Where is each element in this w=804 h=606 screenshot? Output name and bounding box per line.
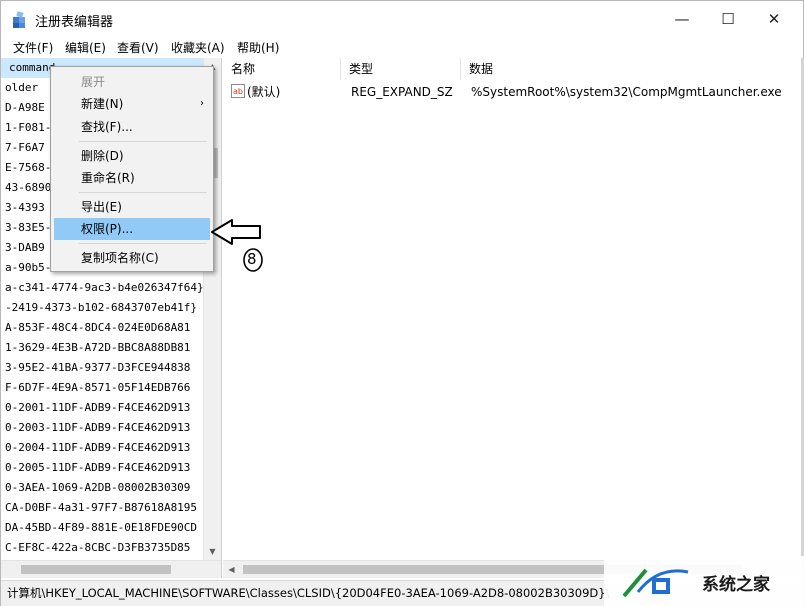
submenu-arrow-icon: › bbox=[200, 98, 204, 109]
column-header-type[interactable]: 类型 bbox=[341, 58, 461, 80]
tree-horizontal-scrollbar[interactable] bbox=[1, 560, 221, 578]
maximize-button[interactable]: ☐ bbox=[705, 1, 751, 37]
tree-item[interactable]: A-853F-48C4-8DC4-024E0D68A81 bbox=[1, 318, 207, 338]
menu-edit[interactable]: 编辑(E) bbox=[65, 39, 106, 56]
annotation-step-number: 8 bbox=[247, 250, 257, 268]
value-data: %SystemRoot%\system32\CompMgmtLauncher.e… bbox=[471, 85, 782, 99]
tree-item[interactable]: a-c341-4774-9ac3-b4e026347f64} bbox=[1, 278, 207, 298]
values-list-pane[interactable]: 名称 类型 数据 ab (默认) REG_EXPAND_SZ %SystemRo… bbox=[223, 58, 803, 578]
window-title: 注册表编辑器 bbox=[35, 15, 114, 30]
value-type: REG_EXPAND_SZ bbox=[351, 85, 453, 99]
menu-item-delete[interactable]: 删除(D) bbox=[54, 145, 210, 167]
menu-item-permissions[interactable]: 权限(P)... bbox=[54, 218, 210, 240]
column-header-name[interactable]: 名称 bbox=[223, 58, 341, 80]
menu-favorites[interactable]: 收藏夹(A) bbox=[171, 39, 225, 56]
tree-item[interactable]: C-EF8C-422a-8CBC-D3FB3735D85 bbox=[1, 538, 207, 558]
tree-item[interactable]: 0-2003-11DF-ADB9-F4CE462D913 bbox=[1, 418, 207, 438]
column-header-data[interactable]: 数据 bbox=[461, 58, 791, 80]
watermark-logo-icon bbox=[622, 568, 689, 598]
tree-item[interactable]: 3-95E2-41BA-9377-D3FCE944838 bbox=[1, 358, 207, 378]
tree-item[interactable]: F-6D7F-4E9A-8571-05F14EDB766 bbox=[1, 378, 207, 398]
menu-item-new-label: 新建(N) bbox=[81, 97, 124, 111]
tree-item[interactable]: 0-2005-11DF-ADB9-F4CE462D913 bbox=[1, 458, 207, 478]
tree-item[interactable]: DA-45BD-4F89-881E-0E18FDE90CD bbox=[1, 518, 207, 538]
menu-item-export[interactable]: 导出(E) bbox=[54, 196, 210, 218]
context-menu: 展开 新建(N) › 查找(F)... 删除(D) 重命名(R) 导出(E) 权… bbox=[50, 66, 214, 272]
regedit-icon bbox=[13, 11, 25, 28]
scroll-left-icon[interactable]: ◀ bbox=[223, 561, 240, 578]
menu-bar: 文件(F) 编辑(E) 查看(V) 收藏夹(A) 帮助(H) bbox=[1, 37, 803, 57]
tree-item[interactable]: 0-2004-11DF-ADB9-F4CE462D913 bbox=[1, 438, 207, 458]
annotation-step-badge: 8 bbox=[242, 247, 264, 273]
tree-item[interactable]: CA-D0BF-4a31-97F7-B87618A8195 bbox=[1, 498, 207, 518]
menu-item-rename[interactable]: 重命名(R) bbox=[54, 167, 210, 189]
value-name[interactable]: (默认) bbox=[247, 82, 280, 102]
menu-help[interactable]: 帮助(H) bbox=[237, 39, 279, 56]
title-bar: 注册表编辑器 — ☐ ✕ bbox=[1, 1, 803, 37]
menu-file[interactable]: 文件(F) bbox=[13, 39, 53, 56]
menu-item-new[interactable]: 新建(N) › bbox=[54, 93, 210, 115]
menu-separator bbox=[79, 192, 207, 193]
watermark-text: 系统之家 bbox=[702, 575, 770, 595]
menu-item-expand[interactable]: 展开 bbox=[54, 71, 210, 93]
close-button[interactable]: ✕ bbox=[751, 1, 797, 37]
tree-item[interactable]: 0-3AEA-1069-A2DB-08002B30309 bbox=[1, 478, 207, 498]
watermark: 系统之家 bbox=[604, 556, 804, 606]
menu-view[interactable]: 查看(V) bbox=[117, 39, 159, 56]
menu-separator bbox=[79, 141, 207, 142]
menu-item-find[interactable]: 查找(F)... bbox=[54, 116, 210, 138]
tree-item[interactable]: -2419-4373-b102-6843707eb41f} bbox=[1, 298, 207, 318]
annotation-arrow-icon bbox=[211, 219, 261, 245]
tree-item[interactable]: 0-2001-11DF-ADB9-F4CE462D913 bbox=[1, 398, 207, 418]
scrollbar-thumb[interactable] bbox=[21, 565, 171, 574]
svg-text:ab: ab bbox=[233, 87, 243, 96]
tree-item[interactable]: 1-3629-4E3B-A72D-BBC8A88DB81 bbox=[1, 338, 207, 358]
minimize-button[interactable]: — bbox=[659, 1, 705, 37]
scroll-down-icon[interactable]: ▼ bbox=[204, 543, 221, 560]
string-value-icon: ab bbox=[231, 84, 245, 98]
menu-item-copy-key-name[interactable]: 复制项名称(C) bbox=[54, 247, 210, 269]
menu-separator bbox=[79, 243, 207, 244]
